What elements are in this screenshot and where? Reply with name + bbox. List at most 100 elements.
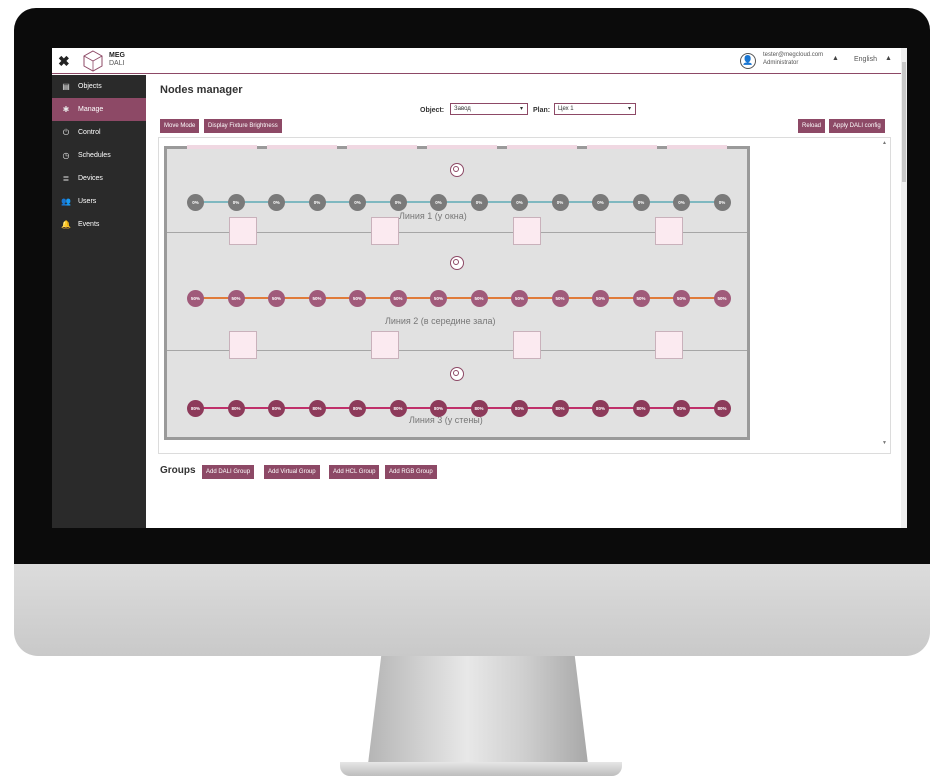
- plan-select[interactable]: Цех 1 ▾: [554, 103, 636, 115]
- fixture-box[interactable]: [371, 331, 399, 359]
- sidebar-item-events[interactable]: 🔔 Events: [52, 213, 146, 236]
- fixture-node[interactable]: 50%: [713, 290, 731, 307]
- fixture-node[interactable]: 0%: [308, 194, 326, 211]
- fixture-node[interactable]: 0%: [268, 194, 285, 211]
- sensor-icon[interactable]: [450, 256, 464, 270]
- apply-dali-config-button[interactable]: Apply DALI config: [829, 119, 885, 133]
- fixture-node[interactable]: 0%: [470, 194, 488, 211]
- add-virtual-group-button[interactable]: Add Virtual Group: [264, 465, 320, 479]
- language-caret-icon[interactable]: ▲: [885, 55, 892, 62]
- plan-top-marker: [267, 145, 337, 149]
- page-scrollbar[interactable]: [901, 48, 907, 528]
- sensor-icon[interactable]: [450, 163, 464, 177]
- fixture-box[interactable]: [655, 217, 683, 245]
- sensor-icon[interactable]: [450, 367, 464, 381]
- fixture-node[interactable]: 80%: [470, 400, 488, 417]
- fixture-node[interactable]: 50%: [632, 290, 650, 307]
- display-brightness-button[interactable]: Display Fixture Brightness: [204, 119, 282, 133]
- fixture-node[interactable]: 50%: [187, 290, 204, 307]
- clock-icon: ◷: [62, 151, 70, 160]
- monitor-stand-base: [340, 762, 622, 776]
- object-select-value: Завод: [454, 106, 471, 112]
- fixture-node[interactable]: 0%: [551, 194, 569, 211]
- fixture-node[interactable]: 80%: [308, 400, 326, 417]
- page-scrollbar-thumb[interactable]: [902, 62, 906, 182]
- fixture-node[interactable]: 0%: [389, 194, 407, 211]
- fixture-node[interactable]: 50%: [268, 290, 285, 307]
- fixture-box[interactable]: [513, 331, 541, 359]
- object-select[interactable]: Завод ▾: [450, 103, 528, 115]
- fixture-node[interactable]: 80%: [551, 400, 569, 417]
- sidebar-item-schedules[interactable]: ◷ Schedules: [52, 144, 146, 167]
- sidebar-item-label: Control: [78, 129, 101, 136]
- close-menu-icon[interactable]: ✖: [58, 53, 70, 70]
- fixture-node[interactable]: 50%: [592, 290, 609, 307]
- language-selector[interactable]: English: [854, 56, 877, 63]
- fixture-node[interactable]: 50%: [227, 290, 245, 307]
- add-rgb-group-button[interactable]: Add RGB Group: [385, 465, 437, 479]
- add-hcl-group-button[interactable]: Add HCL Group: [329, 465, 380, 479]
- sidebar-item-objects[interactable]: ▤ Objects: [52, 75, 146, 98]
- fixture-node[interactable]: 80%: [187, 400, 204, 417]
- page-title: Nodes manager: [160, 84, 243, 96]
- fixture-node[interactable]: 80%: [592, 400, 609, 417]
- sidebar-item-label: Schedules: [78, 152, 111, 159]
- plan-top-marker: [667, 145, 727, 149]
- plan-top-marker: [427, 145, 497, 149]
- fixture-node[interactable]: 0%: [349, 194, 366, 211]
- floor-plan[interactable]: Линия 1 (у окна) Линия 2 (в середине зал…: [164, 145, 750, 440]
- sidebar-item-devices[interactable]: ≣ Devices: [52, 167, 146, 190]
- fixture-node[interactable]: 80%: [713, 400, 731, 417]
- fixture-box[interactable]: [229, 217, 257, 245]
- line-3-label: Линия 3 (у стены): [409, 415, 483, 425]
- fixture-node[interactable]: 50%: [430, 290, 447, 307]
- fixture-node[interactable]: 0%: [430, 194, 447, 211]
- fixture-node[interactable]: 80%: [389, 400, 407, 417]
- user-avatar-icon[interactable]: 👤: [740, 53, 756, 69]
- fixture-node[interactable]: 0%: [632, 194, 650, 211]
- fixture-node[interactable]: 0%: [673, 194, 690, 211]
- fixture-node[interactable]: 80%: [632, 400, 650, 417]
- sidebar-item-users[interactable]: 👥 Users: [52, 190, 146, 213]
- fixture-node[interactable]: 0%: [187, 194, 204, 211]
- fixture-node[interactable]: 80%: [268, 400, 285, 417]
- user-email: tester@megcloud.com: [763, 52, 824, 58]
- reload-button[interactable]: Reload: [798, 119, 826, 133]
- scroll-up-icon[interactable]: ▲: [882, 140, 887, 146]
- fixture-node[interactable]: 0%: [227, 194, 245, 211]
- scroll-down-icon[interactable]: ▼: [882, 440, 887, 446]
- user-menu-caret-icon[interactable]: ▲: [832, 55, 839, 62]
- fixture-node[interactable]: 50%: [511, 290, 528, 307]
- chevron-down-icon: ▾: [627, 106, 631, 112]
- sidebar-item-label: Users: [78, 198, 97, 205]
- users-icon: 👥: [61, 197, 71, 206]
- fixture-node[interactable]: 50%: [349, 290, 366, 307]
- fixture-box[interactable]: [229, 331, 257, 359]
- fixture-node[interactable]: 0%: [713, 194, 731, 211]
- object-label: Object:: [420, 107, 445, 114]
- main-content: Nodes manager Object: Завод ▾ Plan: Цех …: [146, 75, 907, 528]
- fixture-box[interactable]: [371, 217, 399, 245]
- add-dali-group-button[interactable]: Add DALI Group: [202, 465, 255, 479]
- fixture-node[interactable]: 50%: [673, 290, 690, 307]
- fixture-node[interactable]: 50%: [470, 290, 488, 307]
- fixture-box[interactable]: [655, 331, 683, 359]
- groups-title: Groups: [160, 465, 196, 476]
- move-mode-button[interactable]: Move Mode: [160, 119, 200, 133]
- fixture-node[interactable]: 0%: [511, 194, 528, 211]
- plan-canvas[interactable]: Линия 1 (у окна) Линия 2 (в середине зал…: [158, 137, 891, 454]
- sidebar-item-control[interactable]: ⏻ Control: [52, 121, 146, 144]
- sidebar-item-manage[interactable]: ✱ Manage: [52, 98, 146, 121]
- chevron-down-icon: ▾: [519, 106, 523, 112]
- fixture-box[interactable]: [513, 217, 541, 245]
- fixture-node[interactable]: 80%: [430, 400, 447, 417]
- fixture-node[interactable]: 0%: [592, 194, 609, 211]
- fixture-node[interactable]: 80%: [673, 400, 690, 417]
- fixture-node[interactable]: 50%: [551, 290, 569, 307]
- fixture-node[interactable]: 50%: [308, 290, 326, 307]
- fixture-node[interactable]: 80%: [349, 400, 366, 417]
- fixture-node[interactable]: 80%: [227, 400, 245, 417]
- sidebar-item-label: Devices: [78, 175, 103, 182]
- fixture-node[interactable]: 80%: [511, 400, 528, 417]
- fixture-node[interactable]: 50%: [389, 290, 407, 307]
